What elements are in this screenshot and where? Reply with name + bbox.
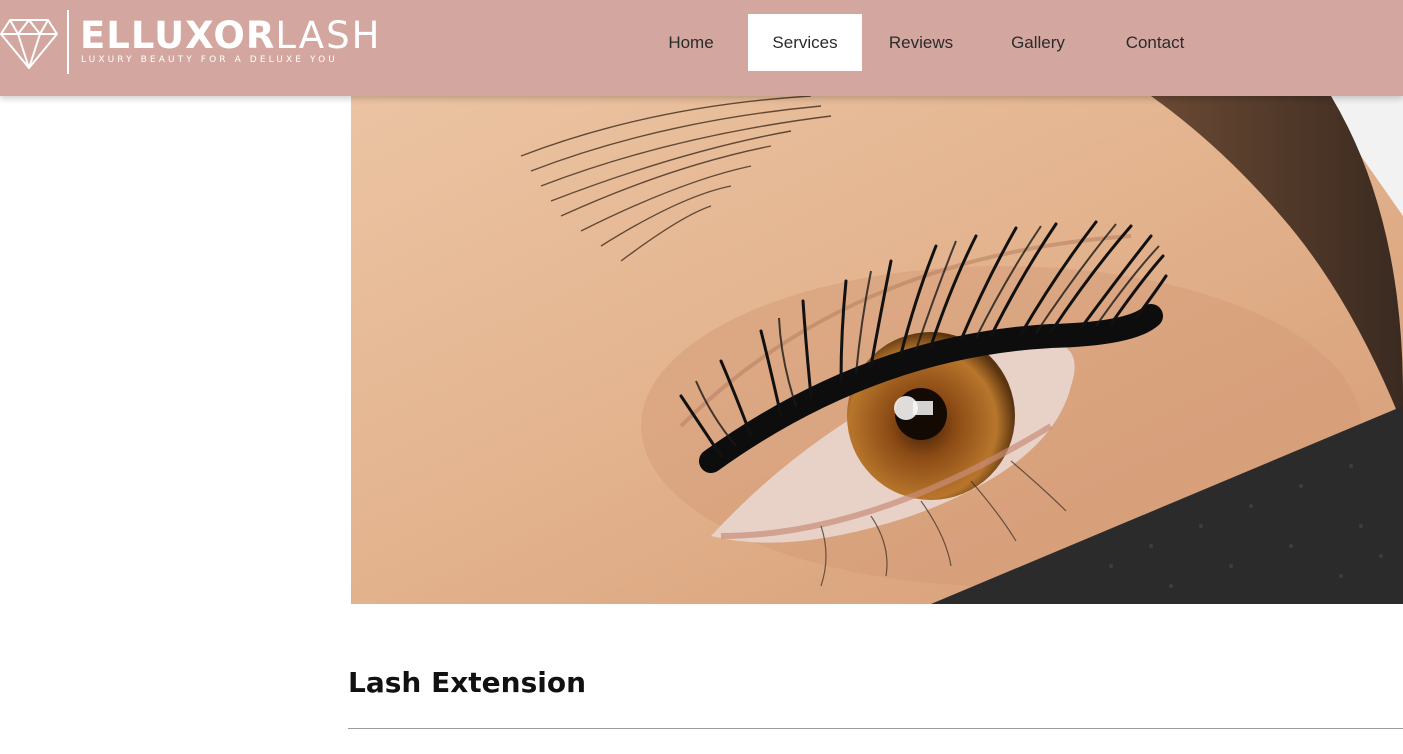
brand-name-bold: ELLUXOR [80, 14, 276, 57]
nav-contact[interactable]: Contact [1096, 14, 1214, 71]
nav-home[interactable]: Home [634, 14, 748, 71]
hero-image [351, 96, 1403, 604]
brand-name-light: LASH [275, 14, 382, 57]
brand-tagline: LUXURY BEAUTY FOR A DELUXE YOU [81, 55, 338, 65]
eyelash-closeup-image [351, 96, 1403, 604]
brand-logo[interactable]: ELLUXORLASH LUXURY BEAUTY FOR A DELUXE Y… [0, 10, 379, 76]
logo-divider [67, 10, 69, 74]
brand-name: ELLUXORLASH [80, 16, 381, 56]
site-header: ELLUXORLASH LUXURY BEAUTY FOR A DELUXE Y… [0, 0, 1403, 96]
diamond-icon [0, 19, 58, 69]
nav-gallery[interactable]: Gallery [980, 14, 1096, 71]
nav-services[interactable]: Services [748, 14, 862, 71]
service-title: Lash Extension [348, 666, 587, 699]
main-nav: Home Services Reviews Gallery Contact [634, 14, 1214, 71]
nav-reviews[interactable]: Reviews [862, 14, 980, 71]
section-divider [348, 728, 1403, 729]
